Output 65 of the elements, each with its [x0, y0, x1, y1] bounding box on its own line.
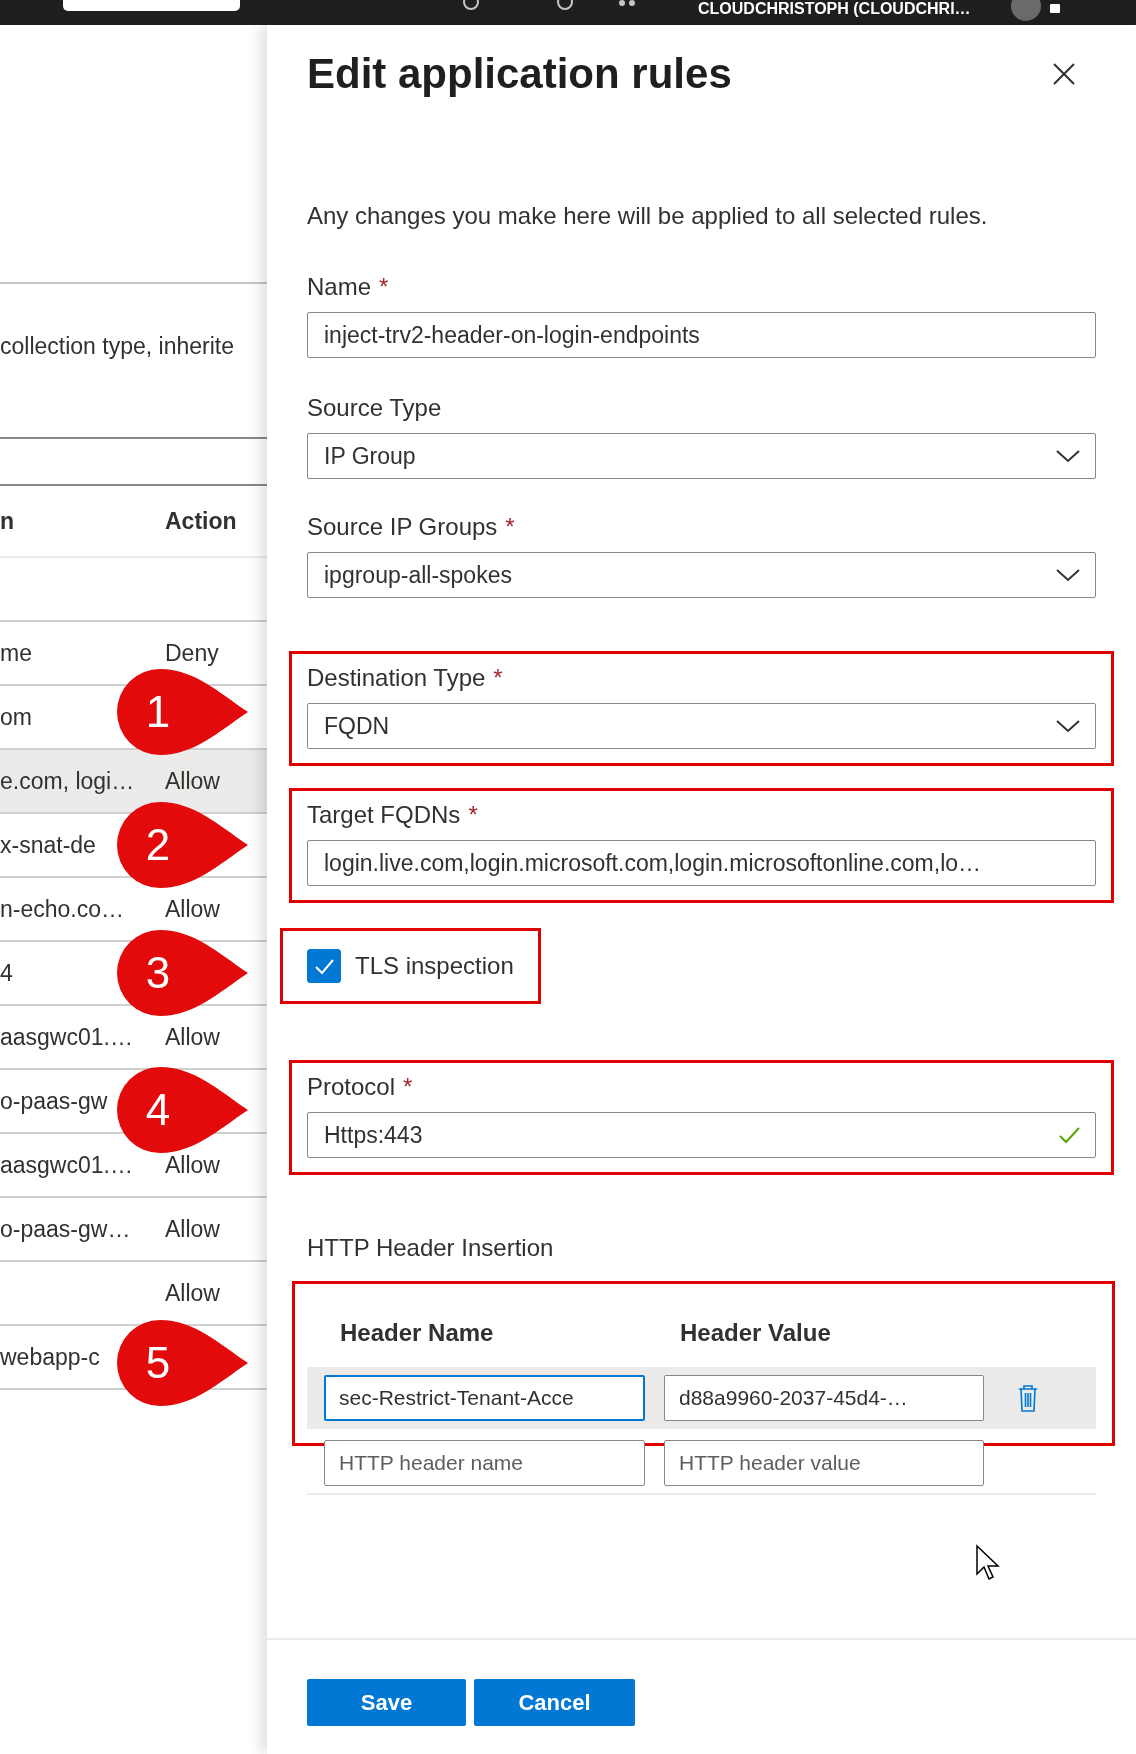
callout-number: 4 [145, 1085, 171, 1134]
required-mark: * [493, 664, 503, 691]
table-cell: webapp-c [0, 1343, 100, 1371]
close-icon[interactable] [1052, 62, 1076, 86]
table-cell: Allow [165, 1215, 220, 1243]
pointer-cursor-icon [975, 1544, 1001, 1582]
search-field[interactable] [63, 0, 240, 11]
table-cell: me [0, 639, 32, 667]
table-cell: Allow [165, 895, 220, 923]
table-cell: Allow [165, 1279, 220, 1307]
callout-number: 3 [145, 948, 171, 997]
field-label: Target FQDNs [307, 801, 461, 828]
field-label: Protocol [307, 1073, 396, 1100]
description-text: Any changes you make here will be applied to all selected rules. [307, 203, 989, 229]
input-field[interactable]: Https:443 [307, 1112, 1096, 1158]
dropdown[interactable]: IP Group [307, 433, 1096, 479]
table-row[interactable]: sec-Restrict-Tenant-Acce d88a9960-2037-45d4-… [307, 1367, 1096, 1429]
table-cell: x-snat-de [0, 831, 96, 859]
table-row[interactable]: e.com, logi… Allow [0, 750, 267, 814]
table-cell: aasgwc01.… [0, 1023, 133, 1051]
account-name[interactable]: CLOUDCHRISTOPH (CLOUDCHRI… [698, 0, 971, 18]
dots-icon[interactable] [618, 0, 636, 8]
panel-title: Edit application rules [307, 50, 732, 98]
table-cell: Allow [165, 1023, 220, 1051]
callout-number: 1 [145, 687, 171, 736]
table-cell: aasgwc01.… [0, 1151, 133, 1179]
input-field[interactable]: HTTP header name [324, 1440, 645, 1486]
trash-icon[interactable] [1016, 1384, 1040, 1412]
table-cell: n-echo.co… [0, 895, 124, 923]
input-field[interactable]: sec-Restrict-Tenant-Acce [324, 1375, 645, 1421]
input-field[interactable]: d88a9960-2037-45d4-… [664, 1375, 984, 1421]
field-label: Name [307, 273, 372, 300]
column-header: Action [165, 507, 237, 535]
table-cell: e.com, logi… [0, 767, 135, 795]
table-cell: Allow [165, 1151, 220, 1179]
dropdown[interactable]: ipgroup-all-spokes [307, 552, 1096, 598]
table-cell: o-paas-gw [0, 1087, 108, 1115]
required-mark: * [505, 513, 515, 540]
avatar-icon[interactable] [1010, 0, 1041, 21]
checkbox[interactable] [307, 949, 341, 983]
input-field[interactable]: HTTP header value [664, 1440, 984, 1486]
required-mark: * [379, 273, 389, 300]
input-field[interactable]: inject-trv2-header-on-login-endpoints [307, 312, 1096, 358]
table-cell: Allow [165, 767, 220, 795]
column-header: n [0, 507, 15, 535]
table-cell: 4 [0, 959, 13, 987]
required-mark: * [403, 1073, 413, 1100]
section-label: HTTP Header Insertion [307, 1235, 555, 1261]
table-cell: o-paas-gw… [0, 1215, 131, 1243]
table-cell: om [0, 703, 32, 731]
column-header: Header Name [339, 1319, 495, 1347]
field-label: Source Type [307, 394, 442, 421]
save-button[interactable]: Save [307, 1679, 466, 1726]
required-mark: * [468, 801, 478, 828]
description-text: collection type, inherite [0, 333, 234, 359]
input-field[interactable]: login.live.com,login.microsoft.com,login.microsoftonline.com,lo… [307, 840, 1096, 886]
table-cell: Deny [165, 639, 219, 667]
field-label: Source IP Groups [307, 513, 498, 540]
dropdown[interactable]: FQDN [307, 703, 1096, 749]
field-label: Destination Type [307, 664, 486, 691]
callout-number: 5 [145, 1338, 171, 1387]
checkbox-label: TLS inspection [355, 952, 514, 980]
callout-number: 2 [145, 820, 171, 869]
column-header: Header Value [679, 1319, 832, 1347]
cancel-button[interactable]: Cancel [474, 1679, 635, 1726]
